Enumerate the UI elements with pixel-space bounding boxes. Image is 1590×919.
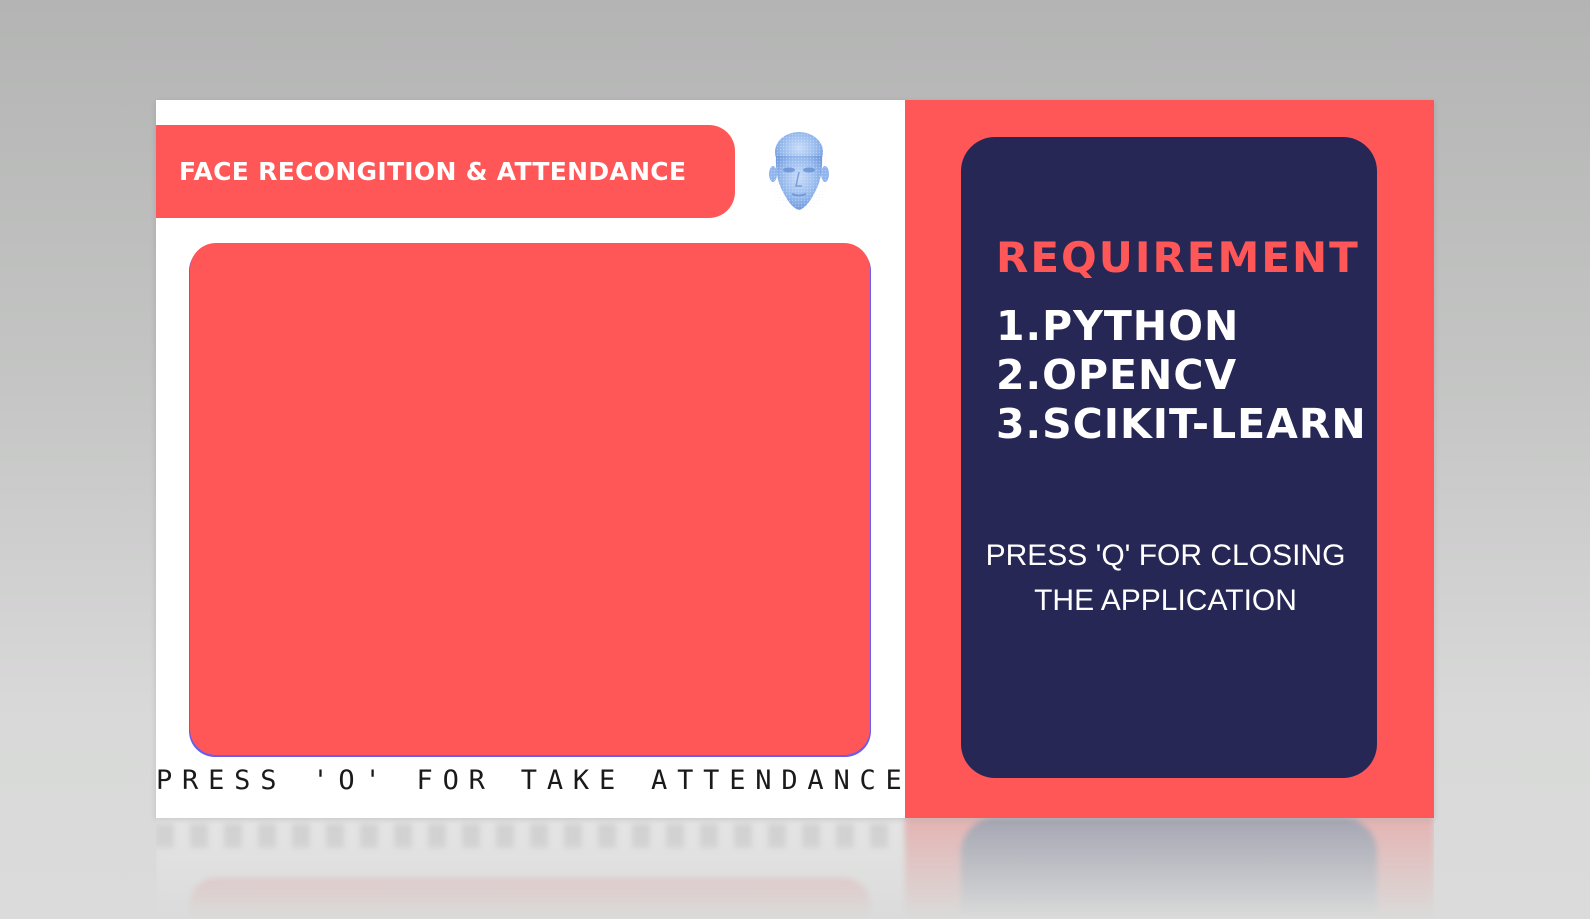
app-title: FACE RECONGITION & ATTENDANCE xyxy=(179,157,687,186)
attendance-app-window: FACE RECONGITION & ATTENDANCE PRESS 'O' … xyxy=(156,100,1434,818)
reflection-card xyxy=(961,818,1377,919)
reflection-frame xyxy=(190,878,870,919)
requirements-heading: REQUIREMENT xyxy=(996,233,1360,282)
info-panel: REQUIREMENT 1.PYTHON 2.OPENCV 3.SCIKIT-L… xyxy=(905,100,1434,818)
floor-reflection xyxy=(156,818,1434,919)
requirements-list: 1.PYTHON 2.OPENCV 3.SCIKIT-LEARN xyxy=(996,302,1367,449)
requirement-item-opencv: 2.OPENCV xyxy=(996,351,1238,399)
face-head-icon xyxy=(769,132,829,214)
requirement-item-scikit-learn: 3.SCIKIT-LEARN xyxy=(996,400,1367,448)
camera-feed-frame[interactable] xyxy=(190,243,870,755)
requirement-item-python: 1.PYTHON xyxy=(996,302,1240,350)
requirements-card: REQUIREMENT 1.PYTHON 2.OPENCV 3.SCIKIT-L… xyxy=(961,137,1377,778)
title-bar: FACE RECONGITION & ATTENDANCE xyxy=(156,125,735,218)
close-application-hint: PRESS 'Q' FOR CLOSING THE APPLICATION xyxy=(985,539,1346,617)
take-attendance-hint: PRESS 'O' FOR TAKE ATTENDANCE xyxy=(156,765,912,796)
camera-panel: FACE RECONGITION & ATTENDANCE PRESS 'O' … xyxy=(156,100,905,818)
reflection-text xyxy=(156,824,905,848)
